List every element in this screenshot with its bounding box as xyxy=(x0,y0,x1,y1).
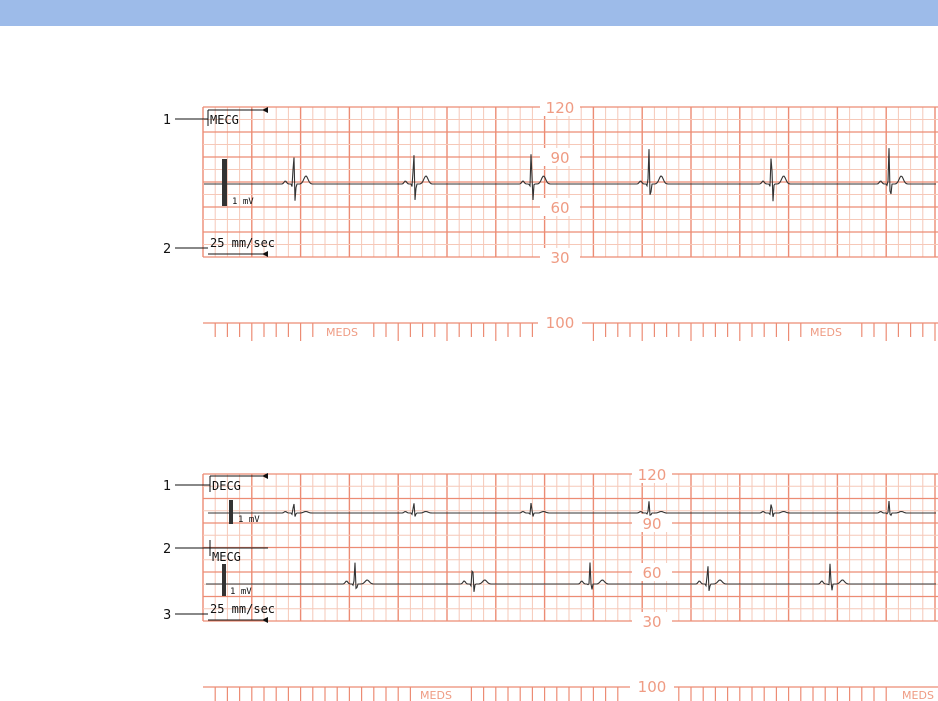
callout-1: 1 xyxy=(163,479,171,494)
scale-tick-label: 30 xyxy=(642,613,661,631)
calibration-label: 1 mV xyxy=(230,587,252,597)
calibration-pulse xyxy=(229,500,233,524)
callout-3: 3 xyxy=(163,608,171,623)
speed-arrow xyxy=(262,617,268,623)
ecg-trace xyxy=(206,562,936,592)
calibration-pulse xyxy=(222,564,226,596)
callout-2: 2 xyxy=(163,542,171,557)
lead-label: MECG xyxy=(212,550,241,564)
meds-label: MEDS xyxy=(420,689,452,701)
speed-label: 25 mm/sec xyxy=(210,602,275,616)
scale-tick-label: 60 xyxy=(642,564,661,582)
scale-lower-label: 100 xyxy=(638,678,667,696)
ecg-strip-2-chart: 120 90 60 30 100 MEDS MEDS DECG 1 mV MECG 1… xyxy=(163,465,938,701)
calibration-label: 1 mV xyxy=(238,515,260,525)
scale-tick-label: 120 xyxy=(638,466,667,484)
scale-tick-label: 90 xyxy=(642,515,661,533)
meds-label: MEDS xyxy=(902,689,934,701)
lead-label: DECG xyxy=(212,479,241,493)
ecg-trace xyxy=(208,500,936,517)
